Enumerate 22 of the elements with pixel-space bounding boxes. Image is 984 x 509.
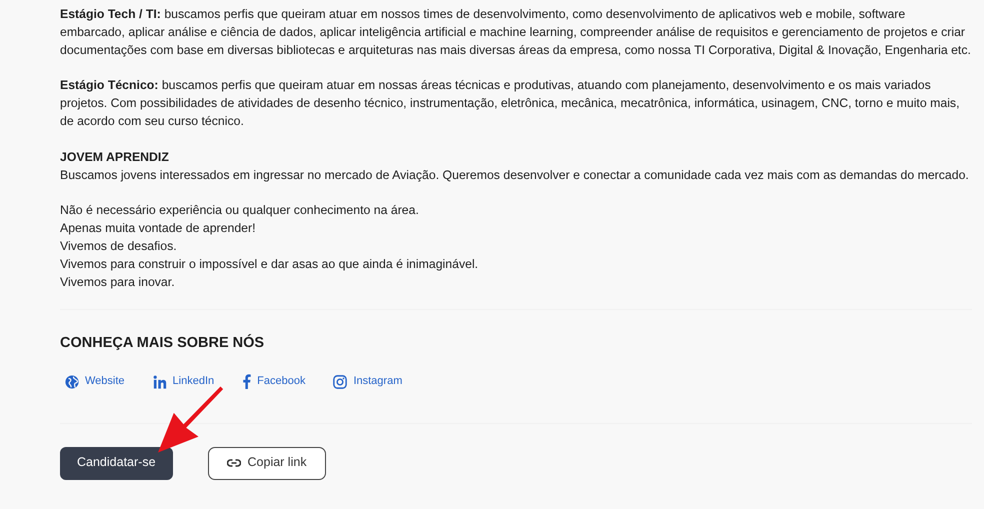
paragraph: Vivemos para inovar. — [60, 274, 176, 291]
linkedin-icon — [152, 374, 167, 389]
social-link[interactable]: Instagram — [333, 372, 402, 391]
pointer-arrow — [158, 386, 224, 452]
paragraph: Estágio Tech / TI: buscamos perfis que queiram atuar em nossos times de desenvolvimento, como desenvolvimento de aplicativos web e mobile, software embarcado, aplicar análise e ciência de dados, aplicar inteligência artificial e machine learning, compreender análise de requisitos e gerenciamento de projetos e criar documentações com base em diversas bibliotecas e arquiteturas nas mais diversas áreas da empresa, como nossa TI Corporativa, Digital & Inovação, Engenharia etc. — [60, 6, 972, 59]
link-icon — [226, 459, 241, 468]
paragraph: Vivemos para construir o impossível e dar asas ao que ainda é inimaginável. — [60, 256, 480, 273]
social-link[interactable]: Website — [65, 372, 125, 391]
paragraph: Buscamos jovens interessados em ingressar no mercado de Aviação. Queremos desenvolver e conectar a comunidade cada vez mais com as demandas do mercado. — [60, 166, 970, 184]
apply-button[interactable]: Candidatar-se — [60, 446, 173, 480]
instagram-icon — [333, 374, 348, 389]
globe-icon — [65, 374, 79, 389]
paragraph: Vivemos de desafios. — [60, 238, 178, 255]
social-link[interactable]: LinkedIn — [152, 372, 214, 391]
facebook-icon — [242, 374, 252, 390]
section-title: CONHEÇA MAIS SOBRE NÓS — [60, 335, 266, 353]
section-heading: JOVEM APRENDIZ — [60, 148, 170, 166]
paragraph: Estágio Técnico: buscamos perfis que queiram atuar em nossas áreas técnicas e produtivas, atuando com planejamento, desenvolvimento e os mais variados projetos. Com possibilidades de atividades de desenho técnico, instrumentação, eletrônica, mecânica, mecatrônica, informática, usinagem, CNC, torno e muito mais, de acordo com seu curso técnico. — [60, 77, 960, 130]
paragraph: Não é necessário experiência ou qualquer conhecimento na área. — [60, 202, 420, 220]
copy-link-button[interactable]: Copiar link — [208, 446, 326, 480]
social-link[interactable]: Facebook — [242, 372, 306, 391]
paragraph: Apenas muita vontade de aprender! — [60, 220, 257, 238]
